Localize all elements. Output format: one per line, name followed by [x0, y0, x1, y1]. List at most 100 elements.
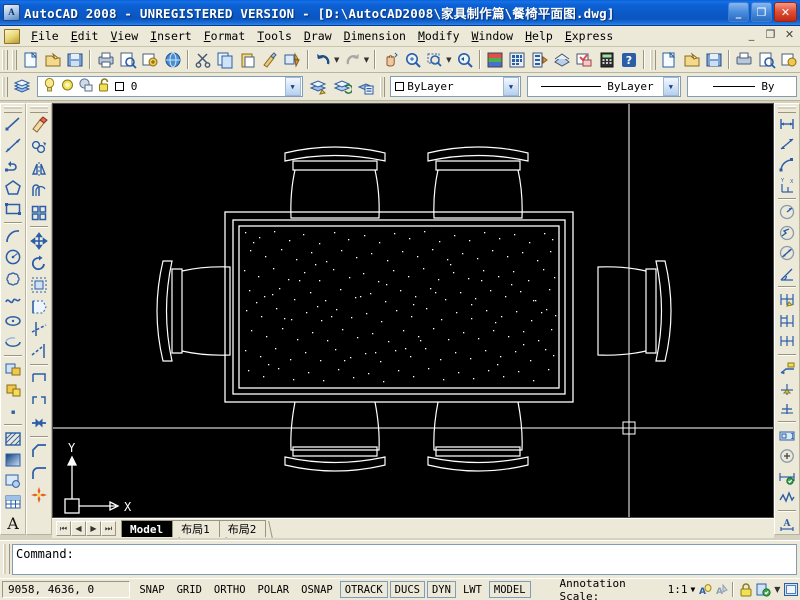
angular-dimension-icon[interactable]: [776, 264, 798, 285]
menu-file[interactable]: File: [25, 27, 65, 45]
quick-leader-icon[interactable]: [776, 358, 798, 379]
sheetset-icon[interactable]: [552, 49, 572, 71]
annotation-autoscale-icon[interactable]: A: [712, 581, 729, 598]
paste-icon[interactable]: [238, 49, 258, 71]
last-tab-button[interactable]: ⏭: [101, 521, 116, 536]
doc-minimize-button[interactable]: _: [745, 28, 758, 41]
gradient-icon[interactable]: [2, 449, 24, 470]
freeze-viewport-icon[interactable]: [78, 77, 94, 96]
status-toggle-dyn[interactable]: DYN: [426, 581, 456, 598]
dimension-update-icon[interactable]: [776, 487, 798, 508]
linear-dimension-icon[interactable]: [776, 114, 798, 135]
status-toggle-polar[interactable]: POLAR: [252, 581, 295, 598]
draw-toolbar-grip[interactable]: [4, 106, 22, 113]
copy-icon[interactable]: [215, 49, 235, 71]
drawing-canvas[interactable]: Y X: [52, 103, 774, 518]
zoom-realtime-icon[interactable]: [402, 49, 422, 71]
make-block-icon[interactable]: [2, 380, 24, 401]
region-icon[interactable]: [2, 471, 24, 492]
toolpalettes-icon[interactable]: [530, 49, 550, 71]
spline-icon[interactable]: [2, 289, 24, 310]
annotation-scale-group[interactable]: Annotation Scale: 1:1 ▼: [560, 577, 696, 600]
redo-icon[interactable]: [342, 49, 362, 71]
status-toggle-grid[interactable]: GRID: [171, 581, 207, 598]
plot-preview-icon-2[interactable]: [756, 49, 776, 71]
insert-block-icon[interactable]: [2, 359, 24, 380]
stretch-icon[interactable]: [28, 296, 50, 318]
menu-format[interactable]: Format: [198, 27, 252, 45]
tolerance-icon[interactable]: [776, 378, 798, 399]
center-mark-icon[interactable]: [776, 399, 798, 420]
quick-dimension-icon[interactable]: [776, 290, 798, 311]
performance-tuner-icon[interactable]: [755, 581, 772, 598]
save-icon[interactable]: [65, 49, 85, 71]
layer-states-icon[interactable]: [355, 76, 377, 98]
explode-icon[interactable]: [28, 484, 50, 506]
clean-screen-icon[interactable]: [783, 581, 800, 598]
point-icon[interactable]: [2, 401, 24, 422]
redo-dropdown-arrow[interactable]: ▼: [364, 49, 371, 71]
layer-previous-icon[interactable]: [331, 76, 353, 98]
status-toggle-lwt[interactable]: LWT: [457, 581, 487, 598]
properties-toolbar-grip[interactable]: [379, 76, 386, 97]
baseline-dimension-icon[interactable]: [776, 311, 798, 332]
ellipse-icon[interactable]: [2, 310, 24, 331]
toolbar-lock-icon[interactable]: [737, 581, 754, 598]
open-icon-2[interactable]: [681, 49, 701, 71]
linetype-dropdown-arrow[interactable]: ▼: [662, 77, 679, 96]
copy-object-icon[interactable]: [28, 136, 50, 158]
color-dropdown-arrow[interactable]: ▼: [502, 77, 519, 96]
menu-tools[interactable]: Tools: [251, 27, 298, 45]
tab-layout1[interactable]: 布局1: [172, 520, 220, 537]
command-input[interactable]: Command:: [12, 544, 797, 575]
plot-icon[interactable]: [95, 49, 115, 71]
menu-express[interactable]: Express: [559, 27, 619, 45]
status-toggle-ortho[interactable]: ORTHO: [208, 581, 251, 598]
doc-close-button[interactable]: ✕: [783, 28, 796, 41]
menu-modify[interactable]: Modify: [412, 27, 466, 45]
dimension-text-edit-icon[interactable]: [776, 466, 798, 487]
circle-icon[interactable]: [2, 247, 24, 268]
offset-icon[interactable]: [28, 180, 50, 202]
status-toggle-otrack[interactable]: OTRACK: [339, 581, 388, 598]
markup-icon[interactable]: [574, 49, 594, 71]
layer-dropdown-arrow[interactable]: ▼: [284, 77, 301, 96]
menu-window[interactable]: Window: [466, 27, 520, 45]
menu-insert[interactable]: Insert: [144, 27, 198, 45]
publish-icon[interactable]: [140, 49, 160, 71]
matchprop-icon[interactable]: [260, 49, 280, 71]
break-icon[interactable]: [28, 390, 50, 412]
coordinates-display[interactable]: 9058, 4636, 0: [2, 581, 131, 598]
jogged-dimension-icon[interactable]: [776, 222, 798, 243]
tab-layout2[interactable]: 布局2: [218, 520, 267, 537]
zoom-previous-icon[interactable]: [454, 49, 474, 71]
pan-icon[interactable]: [380, 49, 400, 71]
new-icon[interactable]: [20, 49, 40, 71]
new-icon-2[interactable]: [659, 49, 679, 71]
erase-icon[interactable]: [28, 114, 50, 136]
tab-model[interactable]: Model: [121, 520, 174, 537]
array-icon[interactable]: [28, 202, 50, 224]
designcenter-icon[interactable]: [507, 49, 527, 71]
next-tab-button[interactable]: ▶: [86, 521, 101, 536]
zoom-window-icon[interactable]: [425, 49, 445, 71]
break-at-point-icon[interactable]: [28, 368, 50, 390]
lock-open-icon[interactable]: [97, 77, 112, 96]
linetype-control[interactable]: ByLayer ▼: [526, 76, 681, 97]
undo-dropdown-arrow[interactable]: ▼: [334, 49, 341, 71]
dimension-toolbar-grip[interactable]: [778, 106, 796, 113]
rotate-icon[interactable]: [28, 252, 50, 274]
multiline-text-icon[interactable]: A: [2, 513, 24, 534]
annotation-visibility-icon[interactable]: A: [695, 581, 712, 598]
status-toggle-ducs[interactable]: DUCS: [389, 581, 425, 598]
layer-control[interactable]: 0 ▼: [36, 76, 303, 97]
open-icon[interactable]: [43, 49, 63, 71]
first-tab-button[interactable]: ⏮: [56, 521, 71, 536]
save-icon-2[interactable]: [704, 49, 724, 71]
previous-tab-button[interactable]: ◀: [71, 521, 86, 536]
undo-icon[interactable]: [313, 49, 333, 71]
menu-edit[interactable]: Edit: [65, 27, 105, 45]
color-control[interactable]: ByLayer ▼: [390, 76, 521, 97]
help-icon[interactable]: ?: [619, 49, 639, 71]
lineweight-control[interactable]: By: [686, 76, 798, 97]
